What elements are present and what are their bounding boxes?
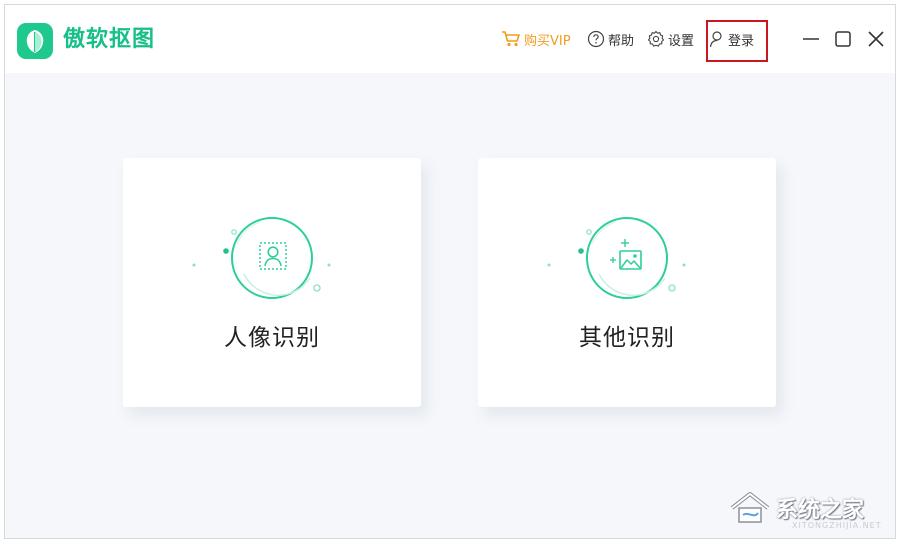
- other-recognition-card[interactable]: 其他识别: [478, 158, 776, 407]
- title-bar: 傲软抠图 购买VIP 帮助 设置 登录: [5, 5, 895, 73]
- portrait-recognition-icon: [192, 217, 331, 299]
- help-circle-icon: [587, 30, 605, 48]
- help-label: 帮助: [608, 33, 635, 49]
- cart-icon: [502, 31, 520, 47]
- settings-button[interactable]: 设置: [647, 27, 694, 51]
- gear-icon: [647, 30, 665, 47]
- portrait-recognition-card[interactable]: 人像识别: [123, 158, 421, 407]
- leaf-logo-icon: [17, 23, 53, 59]
- buy-vip-label: 购买VIP: [524, 33, 571, 49]
- maximize-icon: [835, 31, 851, 47]
- close-button[interactable]: [866, 29, 886, 49]
- image-recognition-icon: [547, 217, 686, 299]
- buy-vip-button[interactable]: 购买VIP: [501, 27, 571, 51]
- watermark-text: 系统之家: [776, 498, 865, 523]
- app-title: 傲软抠图: [63, 27, 156, 52]
- settings-label: 设置: [668, 33, 695, 49]
- login-highlight-box: [706, 20, 768, 62]
- watermark-subtext: XITONGZHIJIA.NET: [792, 521, 882, 530]
- portrait-recognition-label: 人像识别: [224, 325, 320, 351]
- close-icon: [868, 31, 884, 47]
- maximize-button[interactable]: [833, 29, 853, 49]
- help-button[interactable]: 帮助: [587, 27, 634, 51]
- house-logo-icon: [730, 492, 770, 523]
- app-window: 傲软抠图 购买VIP 帮助 设置 登录 人像识别 其他识别: [4, 4, 896, 539]
- minimize-button[interactable]: [801, 29, 821, 49]
- other-recognition-label: 其他识别: [579, 325, 675, 351]
- minimize-icon: [803, 38, 819, 40]
